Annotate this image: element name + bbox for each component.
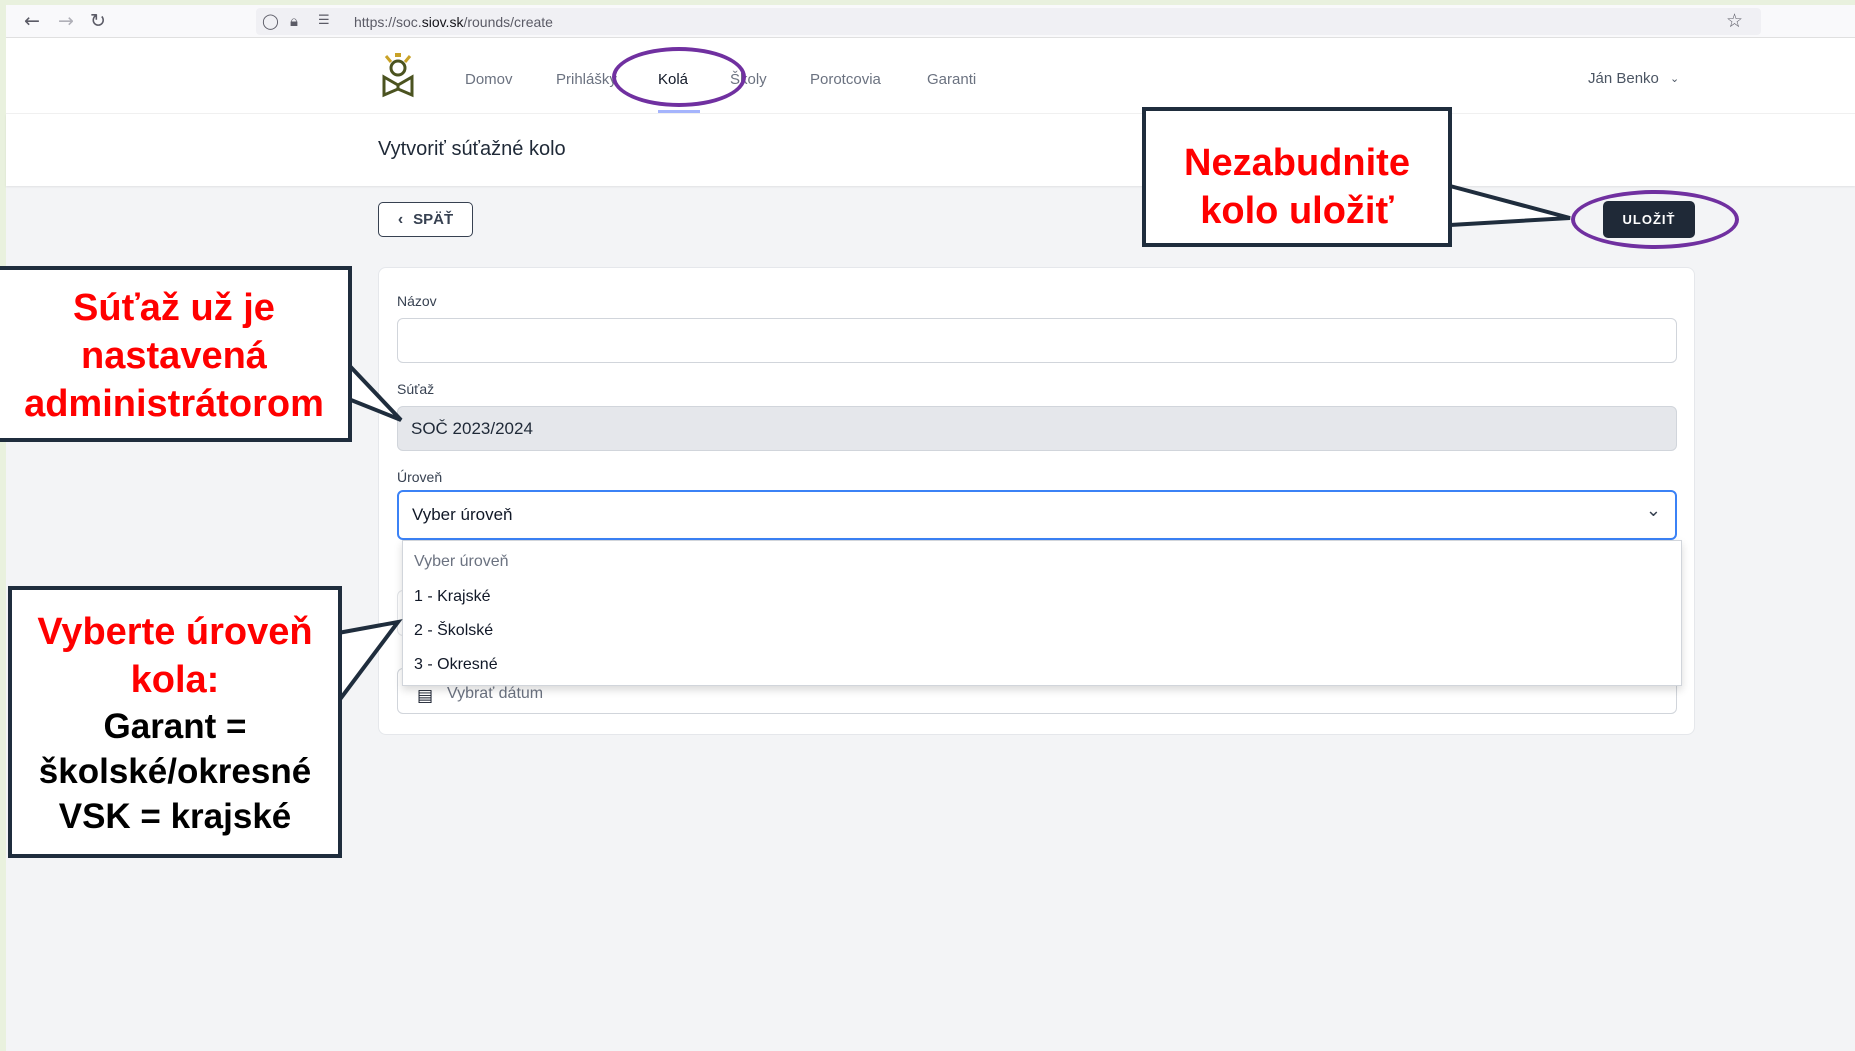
contest-callout: Súťaž už je nastavená administrátorom	[0, 266, 352, 442]
level-callout-title2: kola:	[130, 659, 220, 701]
level-callout-body3: VSK = krajské	[58, 797, 292, 836]
callout-pointers	[336, 183, 1571, 708]
level-callout: Vyberte úroveň kola: Garant = školské/ok…	[8, 586, 342, 858]
save-callout-line1: Nezabudnite	[1184, 142, 1410, 184]
save-callout-line2: kolo uložiť	[1200, 190, 1394, 232]
level-callout-body2: školské/okresné	[38, 752, 312, 791]
level-callout-title1: Vyberte úroveň	[37, 611, 313, 653]
contest-callout-line2: nastavená	[81, 335, 267, 377]
contest-callout-line1: Súťaž už je	[73, 287, 275, 329]
level-callout-body1: Garant =	[103, 707, 247, 746]
save-callout: Nezabudnite kolo uložiť	[1142, 107, 1452, 247]
contest-callout-line3: administrátorom	[24, 383, 324, 425]
